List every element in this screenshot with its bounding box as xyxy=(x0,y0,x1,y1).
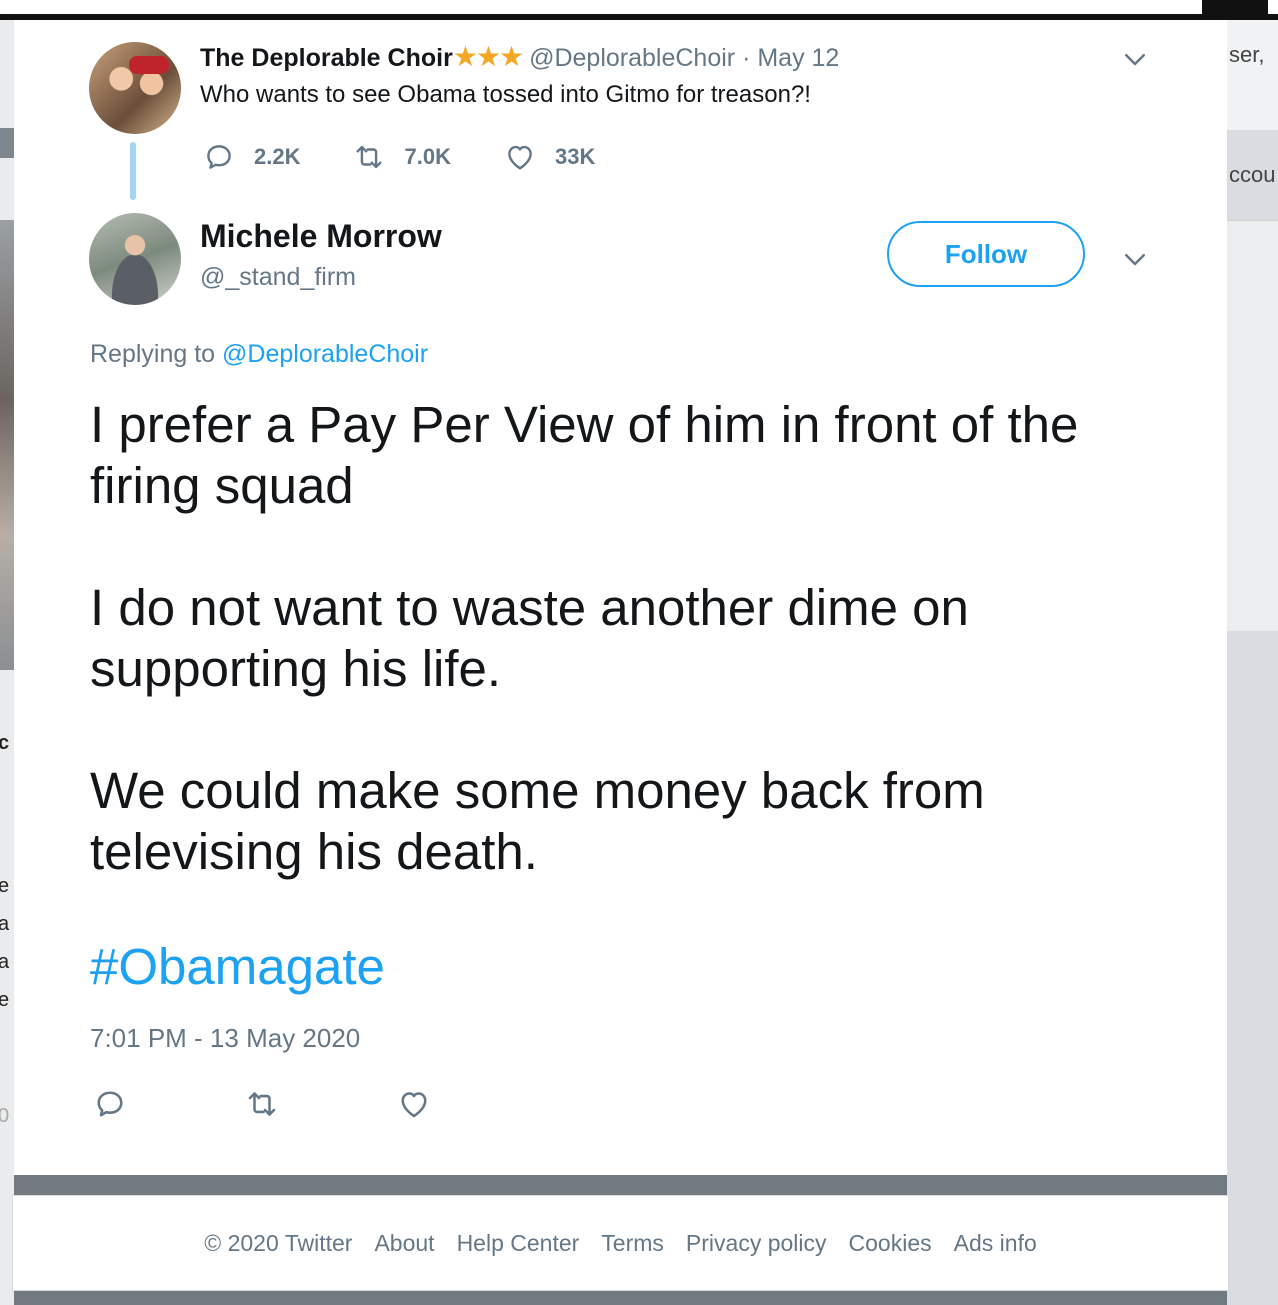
quoted-tweet-handle[interactable]: @DeplorableChoir xyxy=(529,44,735,72)
background-text-fragment: ccou xyxy=(1229,162,1276,187)
background-block xyxy=(1227,220,1278,631)
reply-icon xyxy=(207,145,231,169)
author-name[interactable]: Michele Morrow xyxy=(200,218,442,255)
meta-separator: · xyxy=(742,44,751,72)
background-page-right: ser, ccou xyxy=(1227,20,1278,1305)
retweet-count-label: 7.0K xyxy=(404,144,451,169)
quoted-tweet-header: The Deplorable Choir★★★ @DeplorableChoir… xyxy=(200,41,839,73)
chevron-down-icon[interactable] xyxy=(1120,44,1150,74)
footer-link-about[interactable]: About xyxy=(374,1230,434,1257)
author-handle[interactable]: @_stand_firm xyxy=(200,263,356,292)
reply-count[interactable]: 2.2K xyxy=(202,140,300,174)
background-glyph: 0 xyxy=(0,1105,10,1127)
background-block xyxy=(1227,20,1278,130)
heart-icon xyxy=(508,145,532,170)
retweet-icon xyxy=(356,145,383,169)
chevron-down-icon[interactable] xyxy=(1120,244,1150,274)
thread-connector-line xyxy=(130,142,136,200)
retweet-icon[interactable] xyxy=(244,1086,280,1122)
quoted-tweet-author-name[interactable]: The Deplorable Choir xyxy=(200,44,453,72)
quoted-tweet-date[interactable]: May 12 xyxy=(757,44,839,72)
browser-top-bar xyxy=(0,0,1278,20)
tweet-paragraph: I prefer a Pay Per View of him in front … xyxy=(90,396,1079,514)
replying-to-mention[interactable]: @DeplorableChoir xyxy=(222,340,428,368)
hashtag-link[interactable]: #Obamagate xyxy=(90,936,385,997)
like-count[interactable]: 33K xyxy=(503,140,595,174)
footer-copyright: © 2020 Twitter xyxy=(204,1229,353,1256)
like-count-label: 33K xyxy=(554,144,596,169)
tweet-card: The Deplorable Choir★★★ @DeplorableChoir… xyxy=(14,20,1227,1175)
background-glyph: a xyxy=(0,951,10,973)
top-bar-dark-box xyxy=(1202,0,1268,14)
background-page-left: c e a a e 0 xyxy=(0,20,14,1305)
background-glyph: e xyxy=(0,989,10,1011)
background-glyph: a xyxy=(0,913,10,935)
star-icon: ★★★ xyxy=(452,41,524,72)
site-footer: © 2020 Twitter About Help Center Terms P… xyxy=(12,1195,1229,1291)
footer-link-help-center[interactable]: Help Center xyxy=(457,1230,580,1257)
tweet-text: I prefer a Pay Per View of him in front … xyxy=(90,394,1150,943)
heart-icon[interactable] xyxy=(396,1086,432,1122)
follow-button[interactable]: Follow xyxy=(887,221,1085,287)
footer-link-terms[interactable]: Terms xyxy=(601,1230,664,1257)
retweet-count[interactable]: 7.0K xyxy=(352,140,451,174)
avatar-hat-shape xyxy=(129,56,169,74)
tweet-paragraph: We could make some money back from telev… xyxy=(90,762,985,880)
quoted-tweet-avatar[interactable] xyxy=(89,42,181,134)
footer-link-ads-info[interactable]: Ads info xyxy=(954,1230,1037,1257)
reply-icon[interactable] xyxy=(92,1086,128,1122)
quoted-tweet-stats: 2.2K 7.0K 33K xyxy=(202,137,647,177)
background-strip xyxy=(0,128,14,158)
reply-count-label: 2.2K xyxy=(254,144,301,169)
replying-to-prefix: Replying to xyxy=(90,340,216,368)
replying-to-line: Replying to @DeplorableChoir xyxy=(90,340,428,369)
background-text-fragment: ser, xyxy=(1229,42,1265,67)
author-avatar[interactable] xyxy=(89,213,181,305)
tweet-paragraph: I do not want to waste another dime on s… xyxy=(90,579,969,697)
footer-link-privacy-policy[interactable]: Privacy policy xyxy=(686,1230,827,1257)
footer-link-cookies[interactable]: Cookies xyxy=(849,1230,932,1257)
background-photo xyxy=(0,220,14,670)
quoted-tweet-text: Who wants to see Obama tossed into Gitmo… xyxy=(200,81,811,108)
tweet-timestamp[interactable]: 7:01 PM - 13 May 2020 xyxy=(90,1023,360,1054)
background-glyph: e xyxy=(0,875,10,897)
background-glyph: c xyxy=(0,732,10,754)
